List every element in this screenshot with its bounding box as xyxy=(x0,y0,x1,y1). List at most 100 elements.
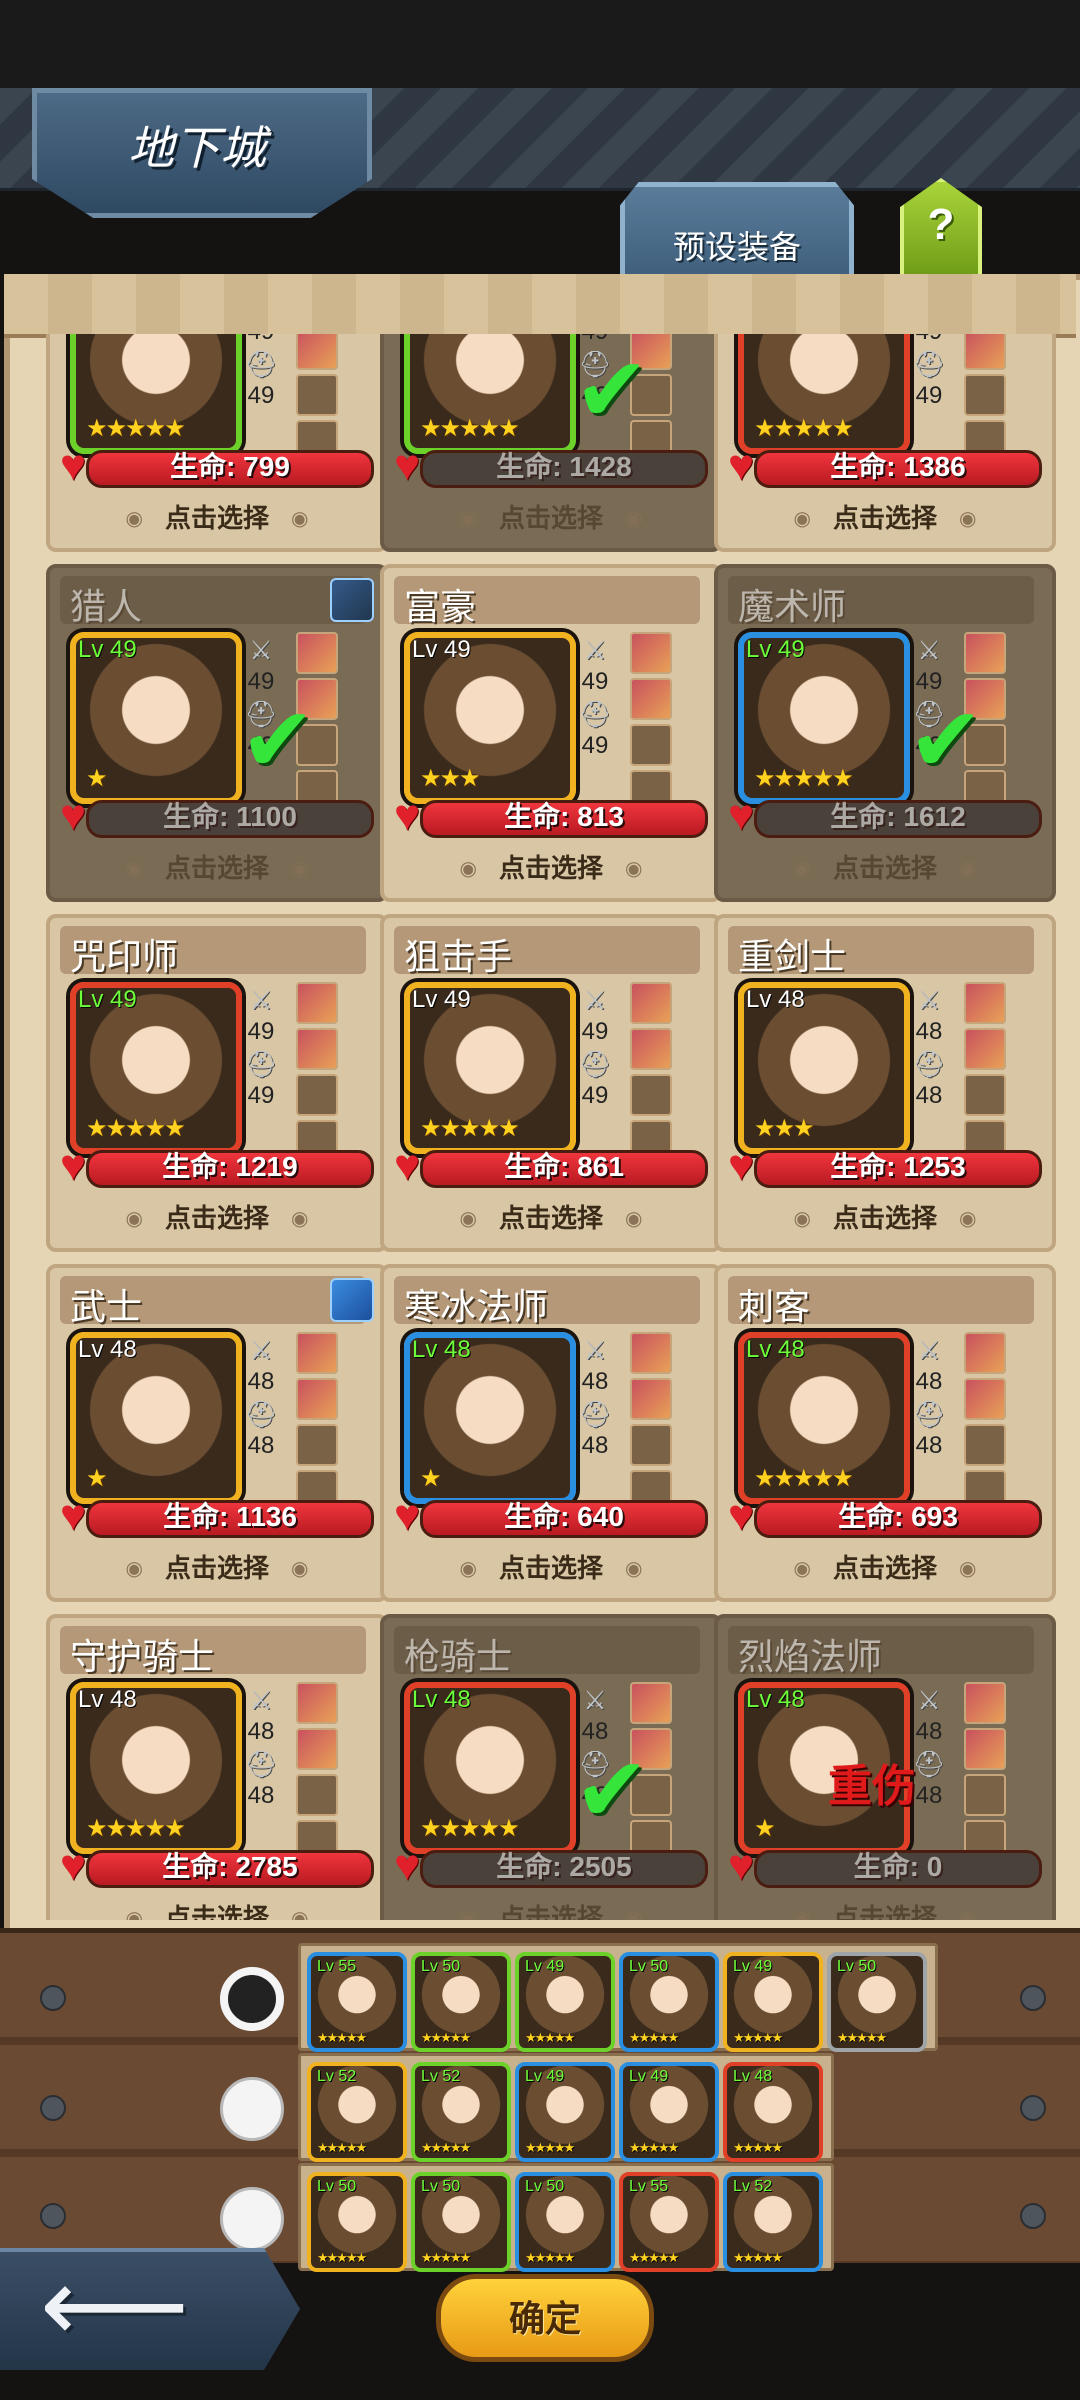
helmet-icon: ⛑ xyxy=(912,1049,946,1079)
page-title: 地下城 xyxy=(128,122,266,174)
equipment-slot xyxy=(964,334,1006,370)
hero-card[interactable]: 富豪 Lv 49 ★★★ ⚔ 49 ⛑ 49 ♥ 生命: 813 点击选择 xyxy=(380,564,722,902)
equipment-levels: ⚔49⛑49 xyxy=(238,334,284,412)
hero-card[interactable]: ★★★★★⚔49⛑49✔♥生命: 1428点击选择 xyxy=(380,334,722,552)
select-button[interactable]: 点击选择 xyxy=(384,1898,718,1920)
select-button[interactable]: 点击选择 xyxy=(384,1548,718,1585)
hero-name: 刺客 xyxy=(738,1286,811,1327)
hp-value: 生命: 0 xyxy=(853,1851,943,1882)
select-button[interactable]: 点击选择 xyxy=(718,1898,1052,1920)
sword-icon: ⚔ xyxy=(583,635,607,665)
select-button[interactable]: 点击选择 xyxy=(718,1198,1052,1235)
equipment-slot xyxy=(296,1774,338,1816)
weapon-level: 49 xyxy=(581,1018,609,1045)
select-button[interactable]: 点击选择 xyxy=(384,848,718,885)
team-member-portrait[interactable]: Lv 49 ★★★★★ xyxy=(515,1952,615,2052)
team-member-level: Lv 50 xyxy=(837,1958,877,1975)
select-button[interactable]: 点击选择 xyxy=(50,1198,384,1235)
hero-card[interactable]: 魔术师Lv 49★★★★★⚔49⛑49✔♥生命: 1612点击选择 xyxy=(714,564,1056,902)
hp-value: 生命: 640 xyxy=(504,1501,624,1532)
team-member-portrait[interactable]: Lv 55 ★★★★★ xyxy=(307,1952,407,2052)
hero-card[interactable]: 烈焰法师Lv 48★⚔48⛑48重伤♥生命: 0点击选择 xyxy=(714,1614,1056,1920)
select-button[interactable]: 点击选择 xyxy=(50,848,384,885)
armor-level: 48 xyxy=(247,1432,275,1459)
team-member-portrait[interactable]: Lv 52 ★★★★★ xyxy=(307,2062,407,2162)
hp-value: 生命: 1219 xyxy=(162,1151,298,1182)
hp-value: 生命: 861 xyxy=(504,1151,624,1182)
sword-icon: ⚔ xyxy=(917,985,941,1015)
team-member-portrait[interactable]: Lv 52 ★★★★★ xyxy=(411,2062,511,2162)
team-member-portrait[interactable]: Lv 48 ★★★★★ xyxy=(723,2062,823,2162)
hero-card[interactable]: 重剑士 Lv 48 ★★★ ⚔ 48 ⛑ 48 ♥ 生命: 1253 点击选择 xyxy=(714,914,1056,1252)
team-member-level: Lv 52 xyxy=(421,2068,461,2085)
select-button[interactable]: 点击选择 xyxy=(50,498,384,535)
select-button[interactable]: 点击选择 xyxy=(50,1898,384,1920)
hero-name: 魔术师 xyxy=(738,586,847,627)
heart-icon: ♥ xyxy=(394,441,421,490)
team-member-level: Lv 49 xyxy=(525,1958,565,1975)
select-button[interactable]: 点击选择 xyxy=(718,1548,1052,1585)
team-member-portrait[interactable]: Lv 50 ★★★★★ xyxy=(619,1952,719,2052)
select-button[interactable]: 点击选择 xyxy=(718,498,1052,535)
hp-bar: ♥ 生命: 861 xyxy=(394,1144,708,1188)
equipment-slots xyxy=(630,1332,672,1516)
equipment-slot xyxy=(630,1074,672,1116)
team-member-portrait[interactable]: Lv 50 ★★★★★ xyxy=(307,2172,407,2272)
wounded-label: 重伤 xyxy=(828,1762,916,1811)
hero-card[interactable]: 咒印师 Lv 49 ★★★★★ ⚔ 49 ⛑ 49 ♥ 生命: 1219 点击选择 xyxy=(46,914,388,1252)
hero-card[interactable]: 刺客 Lv 48 ★★★★★ ⚔ 48 ⛑ 48 ♥ 生命: 693 点击选择 xyxy=(714,1264,1056,1602)
hero-card[interactable]: 武士 Lv 48 ★ ⚔ 48 ⛑ 48 ♥ 生命: 1136 点击选择 xyxy=(46,1264,388,1602)
select-button[interactable]: 点击选择 xyxy=(384,1198,718,1235)
hp-bar: ♥ 生命: 1386 xyxy=(728,444,1042,488)
team-row[interactable]: Lv 50 ★★★★★ Lv 50 ★★★★★ Lv 50 ★★★★★ Lv 55 ★★★★★… xyxy=(298,2163,834,2272)
team-member-portrait[interactable]: Lv 50 ★★★★★ xyxy=(515,2172,615,2272)
select-button[interactable]: 点击选择 xyxy=(718,848,1052,885)
hero-card[interactable]: ★★★★★⚔49⛑49♥生命: 1386点击选择 xyxy=(714,334,1056,552)
weapon-level: 49 xyxy=(248,334,275,345)
team-member-portrait[interactable]: Lv 49 ★★★★★ xyxy=(723,1952,823,2052)
hero-card[interactable]: 枪骑士Lv 48★★★★★⚔48⛑48✔♥生命: 2505点击选择 xyxy=(380,1614,722,1920)
equipment-slot xyxy=(296,1332,338,1374)
hero-card[interactable]: 猎人Lv 49★⚔49⛑49✔♥生命: 1100点击选择 xyxy=(46,564,388,902)
team-member-portrait[interactable]: Lv 50 ★★★★★ xyxy=(411,1952,511,2052)
equipment-levels: ⚔49⛑49 xyxy=(572,984,618,1112)
weapon-level: 48 xyxy=(915,1018,943,1045)
equipment-slot xyxy=(296,1074,338,1116)
team-member-portrait[interactable]: Lv 49 ★★★★★ xyxy=(619,2062,719,2162)
equipment-slot xyxy=(296,1378,338,1420)
weapon-level: 48 xyxy=(915,1718,943,1745)
team-member-level: Lv 50 xyxy=(317,2178,357,2195)
hero-level: Lv 48 xyxy=(746,1336,805,1363)
hero-name: 咒印师 xyxy=(70,936,179,977)
team-member-portrait[interactable]: Lv 50 ★★★★★ xyxy=(827,1952,927,2052)
team-member-portrait[interactable]: Lv 49 ★★★★★ xyxy=(515,2062,615,2162)
equipment-slot xyxy=(630,1332,672,1374)
hero-stars: ★★★★★ xyxy=(86,1815,186,1842)
hero-card[interactable]: 狙击手 Lv 49 ★★★★★ ⚔ 49 ⛑ 49 ♥ 生命: 861 点击选择 xyxy=(380,914,722,1252)
team-radio[interactable] xyxy=(220,2077,284,2141)
team-radio[interactable] xyxy=(220,1967,284,2031)
hero-card[interactable]: ★★★★★⚔49⛑49♥生命: 799点击选择 xyxy=(46,334,388,552)
select-button[interactable]: 点击选择 xyxy=(50,1548,384,1585)
team-member-level: Lv 50 xyxy=(421,2178,461,2195)
team-member-portrait[interactable]: Lv 55 ★★★★★ xyxy=(619,2172,719,2272)
hero-level: Lv 48 xyxy=(746,986,805,1013)
team-member-portrait[interactable]: Lv 52 ★★★★★ xyxy=(723,2172,823,2272)
team-row[interactable]: Lv 52 ★★★★★ Lv 52 ★★★★★ Lv 49 ★★★★★ Lv 49 ★★★★★… xyxy=(298,2053,834,2162)
equipment-slot xyxy=(964,982,1006,1024)
hero-name: 重剑士 xyxy=(738,936,847,977)
hero-card[interactable]: 寒冰法师 Lv 48 ★ ⚔ 48 ⛑ 48 ♥ 生命: 640 点击选择 xyxy=(380,1264,722,1602)
hp-value: 生命: 693 xyxy=(838,1501,958,1532)
hero-card[interactable]: 守护骑士 Lv 48 ★★★★★ ⚔ 48 ⛑ 48 ♥ 生命: 2785 点击选择 xyxy=(46,1614,388,1920)
armor-level: 48 xyxy=(915,1432,943,1459)
heart-icon: ♥ xyxy=(728,1491,755,1540)
hp-bar: ♥ 生命: 1136 xyxy=(60,1494,374,1538)
hero-level: Lv 49 xyxy=(412,636,471,663)
equipment-levels: ⚔49⛑49 xyxy=(906,334,952,412)
select-button[interactable]: 点击选择 xyxy=(384,498,718,535)
team-row[interactable]: Lv 55 ★★★★★ Lv 50 ★★★★★ Lv 49 ★★★★★ Lv 50 ★★★★★… xyxy=(298,1943,938,2052)
team-member-portrait[interactable]: Lv 50 ★★★★★ xyxy=(411,2172,511,2272)
hero-grid[interactable]: ★★★★★⚔49⛑49♥生命: 799点击选择★★★★★⚔49⛑49✔♥生命: … xyxy=(0,334,1080,1920)
equipment-slot xyxy=(296,1682,338,1724)
team-radio[interactable] xyxy=(220,2187,284,2251)
